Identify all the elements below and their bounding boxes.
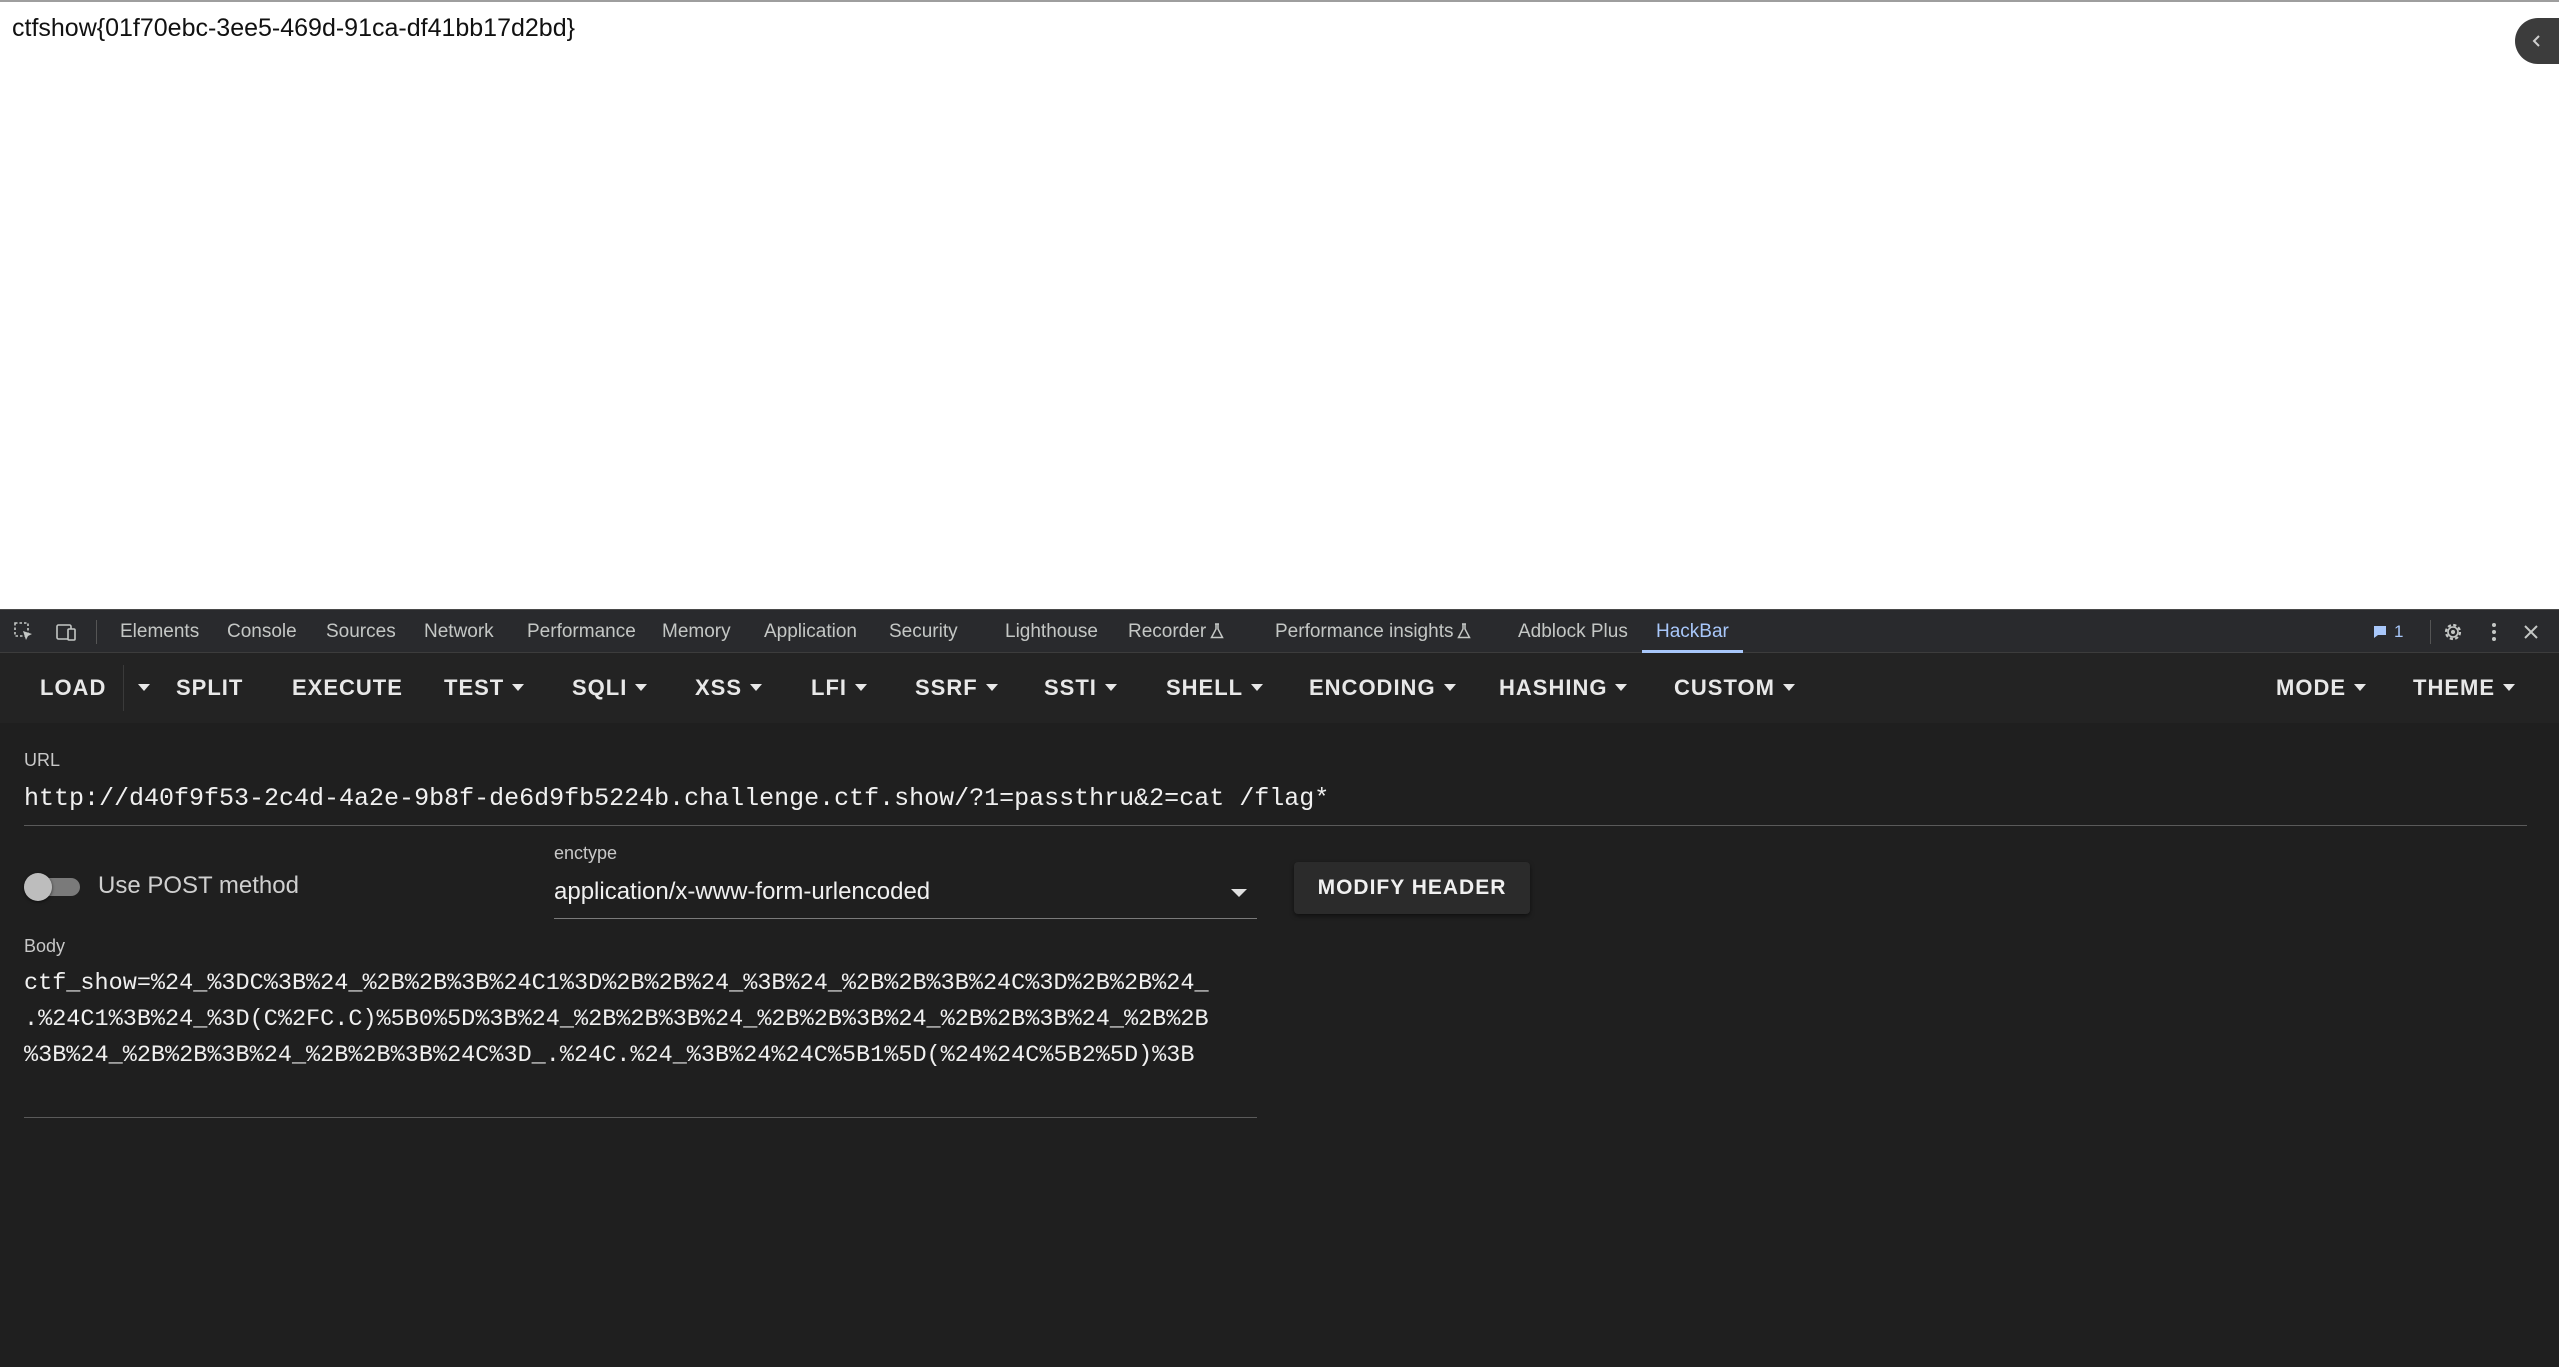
ssti-menu-button[interactable]: SSTI <box>1044 653 1117 723</box>
load-button-divider <box>123 665 124 711</box>
post-method-label: Use POST method <box>98 872 299 899</box>
settings-gear-icon[interactable] <box>2439 618 2467 646</box>
tab-console[interactable]: Console <box>227 610 297 653</box>
issues-counter[interactable]: 1 <box>2372 620 2403 644</box>
lfi-menu-button[interactable]: LFI <box>811 653 867 723</box>
custom-menu-label: CUSTOM <box>1674 675 1775 700</box>
issues-count: 1 <box>2394 622 2404 641</box>
split-button[interactable]: SPLIT <box>176 653 243 723</box>
chevron-left-icon <box>2532 35 2540 47</box>
caret-down-icon <box>1104 684 1117 691</box>
mode-menu-button[interactable]: MODE <box>2276 653 2366 723</box>
caret-down-icon <box>1782 684 1795 691</box>
mode-menu-label: MODE <box>2276 675 2346 700</box>
hashing-menu-button[interactable]: HASHING <box>1499 653 1628 723</box>
xss-menu-button[interactable]: XSS <box>695 653 763 723</box>
device-toolbar-icon[interactable] <box>52 618 80 646</box>
flask-icon <box>1457 623 1472 639</box>
url-input-underline <box>24 825 2527 826</box>
shell-menu-label: SHELL <box>1166 675 1244 700</box>
tab-bar-separator <box>2430 620 2431 644</box>
enctype-label: enctype <box>554 843 618 863</box>
sqli-menu-button[interactable]: SQLI <box>572 653 648 723</box>
body-textarea-underline <box>24 1117 1257 1118</box>
tab-lighthouse[interactable]: Lighthouse <box>1005 610 1098 653</box>
caret-down-icon <box>1251 684 1264 691</box>
dropdown-arrow-icon <box>1231 889 1247 897</box>
ssti-menu-label: SSTI <box>1044 675 1097 700</box>
tab-security[interactable]: Security <box>889 610 958 653</box>
toggle-knob <box>24 873 52 901</box>
side-panel-toggle[interactable] <box>2515 18 2559 64</box>
caret-down-icon <box>985 684 998 691</box>
body-textarea[interactable]: ctf_show=%24_%3DC%3B%24_%2B%2B%3B%24C1%3… <box>24 966 1264 1074</box>
ssrf-menu-button[interactable]: SSRF <box>915 653 998 723</box>
test-menu-label: TEST <box>444 675 505 700</box>
encoding-menu-button[interactable]: ENCODING <box>1309 653 1456 723</box>
post-method-toggle[interactable] <box>24 873 84 901</box>
tab-sources[interactable]: Sources <box>326 610 396 653</box>
close-icon[interactable] <box>2517 618 2545 646</box>
enctype-value: application/x-www-form-urlencoded <box>554 878 931 905</box>
devtools-tab-bar: Elements Console Sources Network Perform… <box>0 609 2559 653</box>
caret-down-icon <box>138 684 150 691</box>
caret-down-icon <box>635 684 648 691</box>
tab-application[interactable]: Application <box>764 610 857 653</box>
execute-button[interactable]: EXECUTE <box>292 653 403 723</box>
body-line: .%24C1%3B%24_%3D(C%2FC.C)%5B0%5D%3B%24_%… <box>24 1006 1209 1033</box>
tab-memory[interactable]: Memory <box>662 610 731 653</box>
caret-down-icon <box>2503 684 2515 691</box>
page-top-border <box>0 0 2559 2</box>
lfi-menu-label: LFI <box>811 675 847 700</box>
body-line: %3B%24_%2B%2B%3B%24_%2B%2B%3B%24C%3D_.%2… <box>24 1042 1195 1069</box>
caret-down-icon <box>750 684 763 691</box>
more-options-icon[interactable] <box>2480 618 2508 646</box>
issue-flag-icon <box>2374 626 2386 638</box>
url-label: URL <box>24 750 61 770</box>
load-dropdown-button[interactable] <box>130 653 150 723</box>
tab-network[interactable]: Network <box>424 610 494 653</box>
tab-performance-insights[interactable]: Performance insights <box>1275 610 1472 653</box>
caret-down-icon <box>512 684 525 691</box>
shell-menu-button[interactable]: SHELL <box>1166 653 1264 723</box>
hackbar-toolbar: LOAD SPLIT EXECUTE TEST SQLI XSS LFI SSR… <box>0 653 2559 723</box>
body-line: ctf_show=%24_%3DC%3B%24_%2B%2B%3B%24C1%3… <box>24 970 1209 997</box>
ssrf-menu-label: SSRF <box>915 675 978 700</box>
tab-performance[interactable]: Performance <box>527 610 636 653</box>
load-button[interactable]: LOAD <box>40 653 106 723</box>
caret-down-icon <box>855 684 867 691</box>
tab-elements[interactable]: Elements <box>120 610 199 653</box>
enctype-select[interactable]: application/x-www-form-urlencoded <box>554 874 1257 919</box>
theme-menu-button[interactable]: THEME <box>2413 653 2515 723</box>
xss-menu-label: XSS <box>695 675 743 700</box>
inspect-element-icon[interactable] <box>10 618 38 646</box>
tab-performance-insights-label: Performance insights <box>1275 621 1454 642</box>
tab-bar-separator <box>96 620 97 644</box>
tab-adblock-plus[interactable]: Adblock Plus <box>1518 610 1628 653</box>
sqli-menu-label: SQLI <box>572 675 628 700</box>
flask-icon <box>1210 623 1224 639</box>
tab-recorder-label: Recorder <box>1128 621 1207 642</box>
body-label: Body <box>24 936 66 956</box>
tab-hackbar[interactable]: HackBar <box>1642 610 1743 653</box>
test-menu-button[interactable]: TEST <box>444 653 525 723</box>
tab-recorder[interactable]: Recorder <box>1128 610 1224 653</box>
modify-header-button[interactable]: MODIFY HEADER <box>1294 862 1530 914</box>
url-input[interactable]: http://d40f9f53-2c4d-4a2e-9b8f-de6d9fb52… <box>24 784 1329 813</box>
caret-down-icon <box>1443 684 1456 691</box>
hashing-menu-label: HASHING <box>1499 675 1608 700</box>
caret-down-icon <box>2354 684 2366 691</box>
caret-down-icon <box>1615 684 1628 691</box>
theme-menu-label: THEME <box>2413 675 2495 700</box>
encoding-menu-label: ENCODING <box>1309 675 1436 700</box>
custom-menu-button[interactable]: CUSTOM <box>1674 653 1795 723</box>
page-flag-text: ctfshow{01f70ebc-3ee5-469d-91ca-df41bb17… <box>12 14 575 42</box>
